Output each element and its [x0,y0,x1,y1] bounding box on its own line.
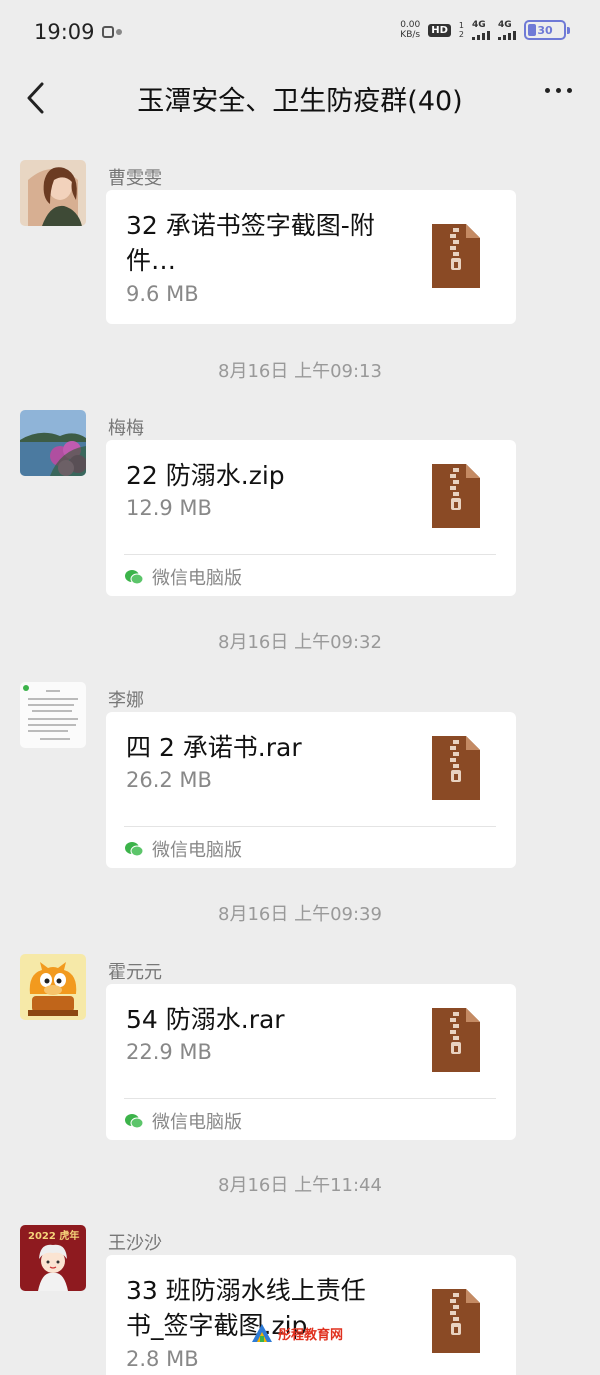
avatar-portrait-image [20,160,86,226]
sim-1: 1 [458,21,464,30]
chat-title: 玉潭安全、卫生防疫群(40) [137,86,463,117]
file-size: 9.6 MB [126,282,199,306]
sim-2: 2 [458,30,464,39]
divider [124,1098,496,1099]
watermark-logo-icon [252,1324,272,1342]
battery-icon: 30 [524,20,570,40]
zip-file-icon [432,1008,480,1072]
notification-icon [102,26,114,38]
sim-numbers: 1 2 [459,21,464,39]
message-item: 霍元元 54 防溺水.rar 22.9 MB 微信电脑版 [0,954,600,1144]
timestamp: 8月16日 上午09:13 [218,361,382,382]
status-time: 19:09 [34,20,95,44]
source-text: 微信电脑版 [152,1112,242,1133]
zip-file-icon [432,736,480,800]
avatar[interactable]: 2022 虎年 [20,1225,86,1291]
battery-fill [528,24,536,36]
sender-name: 梅梅 [108,418,144,439]
divider [124,554,496,555]
avatar-new-year-image: 2022 虎年 [20,1225,86,1291]
file-size: 2.8 MB [126,1347,199,1371]
file-bubble[interactable]: 22 防溺水.zip 12.9 MB 微信电脑版 [106,440,516,596]
sender-name: 王沙沙 [108,1233,162,1254]
signal-2: 4G [498,20,516,40]
net-speed-unit: KB/s [400,30,421,40]
file-name: 22 防溺水.zip [126,461,285,490]
more-dots-icon [545,88,550,93]
zip-file-icon [432,464,480,528]
file-bubble[interactable]: 33 班防溺水线上责任 书_签字截图.zip 2.8 MB [106,1255,516,1375]
wechat-icon [125,1114,144,1129]
watermark-text: 彤程教育网 [278,1327,344,1343]
message-item: 梅梅 22 防溺水.zip 12.9 MB 微信电脑版 [0,410,600,600]
signal-2-label: 4G [498,20,512,30]
file-name: 32 承诺书签字截图-附 件… [126,211,375,275]
message-item: 李娜 四 2 承诺书.rar 26.2 MB 微信电脑版 [0,682,600,872]
file-size: 22.9 MB [126,1040,212,1064]
avatar-cartoon-cat-image [20,954,86,1020]
signal-bars-icon [498,30,516,40]
avatar-document-image [20,682,86,748]
file-size: 26.2 MB [126,768,212,792]
source-label: 微信电脑版 [124,564,242,590]
dot-icon [116,29,122,35]
timestamp: 8月16日 上午11:44 [218,1175,382,1196]
more-dot [567,88,572,93]
avatar-landscape-image [20,410,86,476]
sender-name: 霍元元 [108,962,162,983]
file-name: 四 2 承诺书.rar [126,733,302,762]
file-bubble[interactable]: 54 防溺水.rar 22.9 MB 微信电脑版 [106,984,516,1140]
message-item: 曹雯雯 32 承诺书签字截图-附 件… 9.6 MB [0,160,600,330]
wechat-icon [125,842,144,857]
net-speed: 0.00 KB/s [400,20,420,40]
more-dot [556,88,561,93]
wechat-icon [125,570,144,585]
sender-name: 李娜 [108,690,144,711]
source-text: 微信电脑版 [152,568,242,589]
avatar[interactable] [20,954,86,1020]
source-label: 微信电脑版 [124,1108,242,1134]
zip-file-icon [432,224,480,288]
status-bar: 19:09 0.00 KB/s HD 1 2 4G 4G 30 [0,0,600,64]
avatar-text: 2022 虎年 [28,1229,79,1242]
file-name: 54 防溺水.rar [126,1005,285,1034]
signal-1: 4G [472,20,490,40]
more-button[interactable] [545,88,572,93]
source-label: 微信电脑版 [124,836,242,862]
divider [124,826,496,827]
avatar[interactable] [20,410,86,476]
avatar[interactable] [20,160,86,226]
file-bubble[interactable]: 四 2 承诺书.rar 26.2 MB 微信电脑版 [106,712,516,868]
signal-1-label: 4G [472,20,486,30]
file-size: 12.9 MB [126,496,212,520]
message-item: 2022 虎年 王沙沙 33 班防溺水线上责任 书_签字截图.zip 2.8 M… [0,1225,600,1375]
battery-level: 30 [537,23,553,37]
watermark: 彤程教育网 [250,1322,343,1344]
status-right: 0.00 KB/s HD 1 2 4G 4G 30 [400,20,570,40]
sender-name: 曹雯雯 [108,168,162,189]
timestamp: 8月16日 上午09:39 [218,904,382,925]
signal-bars-icon [472,30,490,40]
hd-badge: HD [428,23,451,37]
net-speed-value: 0.00 [400,20,421,30]
zip-file-icon [432,1289,480,1353]
chat-header: 玉潭安全、卫生防疫群(40) [0,64,600,134]
source-text: 微信电脑版 [152,840,242,861]
avatar[interactable] [20,682,86,748]
file-bubble[interactable]: 32 承诺书签字截图-附 件… 9.6 MB [106,190,516,324]
timestamp: 8月16日 上午09:32 [218,632,382,653]
